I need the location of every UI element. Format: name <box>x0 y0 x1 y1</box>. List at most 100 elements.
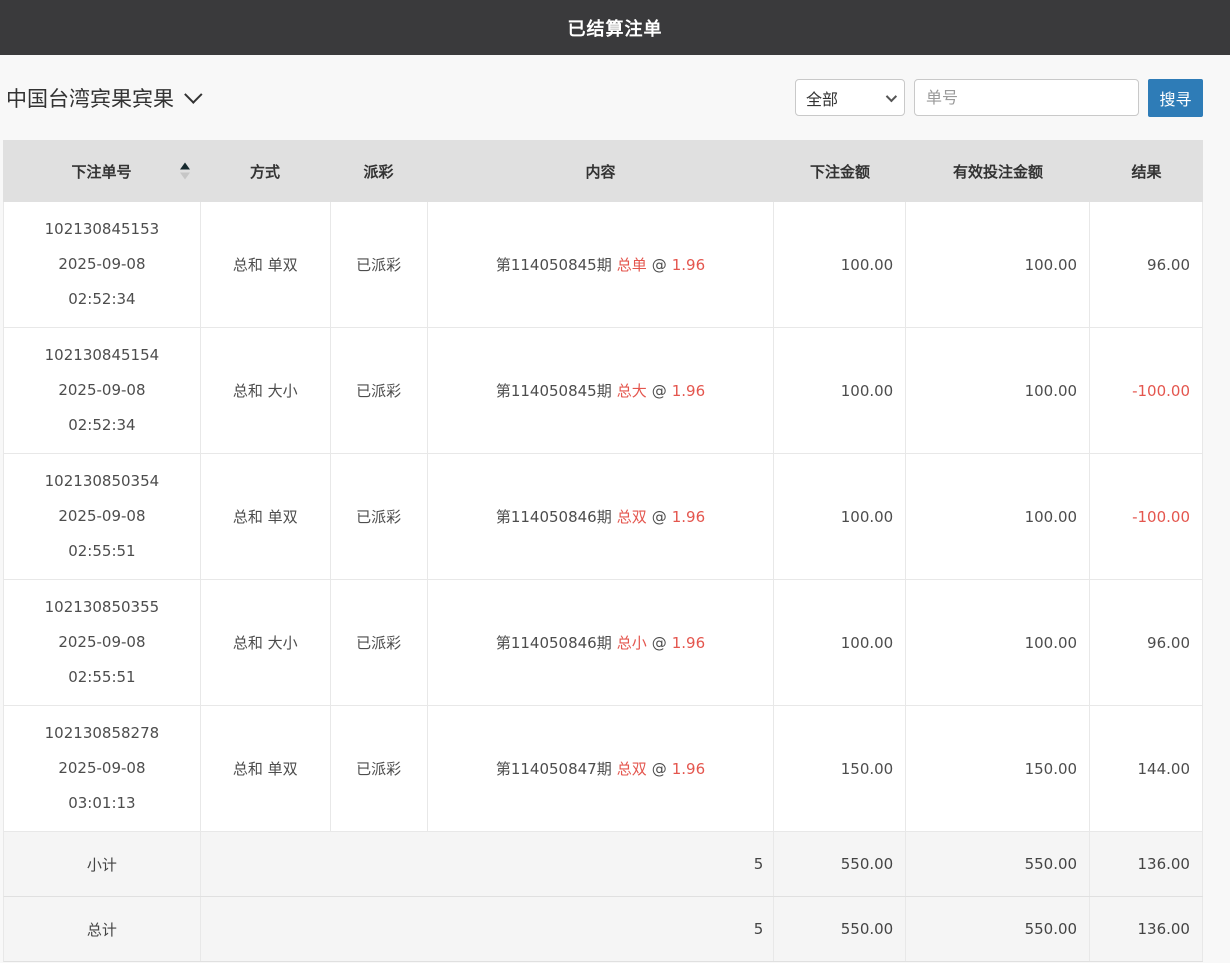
cell-valid-amount: 100.00 <box>906 454 1090 579</box>
table-row: 102130845154 2025-09-08 02:52:34 总和 大小 已… <box>3 328 1203 454</box>
col-header-payout: 派彩 <box>330 161 427 182</box>
cell-result: 96.00 <box>1090 580 1203 705</box>
order-time: 02:55:51 <box>68 660 135 695</box>
order-search-input[interactable] <box>914 79 1139 116</box>
cell-method: 总和 单双 <box>201 706 331 831</box>
content-odds: 1.96 <box>672 256 705 274</box>
content-pick: 总大 <box>617 380 647 401</box>
content-at: @ <box>652 634 667 652</box>
filter-select[interactable]: 全部 <box>795 79 905 116</box>
order-date: 2025-09-08 <box>58 751 145 786</box>
chevron-down-icon <box>184 85 202 103</box>
order-id: 102130845153 <box>45 212 160 247</box>
cell-payout: 已派彩 <box>331 454 428 579</box>
total-result: 136.00 <box>1090 897 1203 961</box>
cell-bet-amount: 100.00 <box>774 202 906 327</box>
content-pick: 总双 <box>617 758 647 779</box>
subtotal-bet-amount: 550.00 <box>774 832 906 896</box>
search-button[interactable]: 搜寻 <box>1148 79 1203 117</box>
cell-payout: 已派彩 <box>331 580 428 705</box>
table-row: 102130850354 2025-09-08 02:55:51 总和 单双 已… <box>3 454 1203 580</box>
subtotal-row: 小计 5 550.00 550.00 136.00 <box>3 832 1203 897</box>
content-pick: 总小 <box>617 632 647 653</box>
cell-order-id: 102130845154 2025-09-08 02:52:34 <box>4 328 201 453</box>
cell-bet-amount: 100.00 <box>774 454 906 579</box>
cell-payout: 已派彩 <box>331 706 428 831</box>
cell-valid-amount: 100.00 <box>906 328 1090 453</box>
cell-bet-amount: 100.00 <box>774 328 906 453</box>
col-header-order-id[interactable]: 下注单号 <box>3 161 200 182</box>
top-bar: 已结算注单 <box>0 0 1230 55</box>
cell-method: 总和 大小 <box>201 328 331 453</box>
content-odds: 1.96 <box>672 382 705 400</box>
cell-valid-amount: 100.00 <box>906 580 1090 705</box>
content-at: @ <box>652 382 667 400</box>
cell-valid-amount: 150.00 <box>906 706 1090 831</box>
cell-result: -100.00 <box>1090 328 1203 453</box>
cell-order-id: 102130850354 2025-09-08 02:55:51 <box>4 454 201 579</box>
page-title: 已结算注单 <box>568 15 663 41</box>
order-date: 2025-09-08 <box>58 247 145 282</box>
order-time: 02:52:34 <box>68 408 135 443</box>
sort-asc-icon <box>180 163 190 170</box>
cell-method: 总和 单双 <box>201 454 331 579</box>
cell-content: 第114050847期 总双 @ 1.96 <box>428 706 775 831</box>
total-label: 总计 <box>4 897 201 961</box>
content-odds: 1.96 <box>672 634 705 652</box>
content-period: 第114050845期 <box>496 254 612 275</box>
toolbar: 中国台湾宾果宾果 全部 搜寻 <box>0 55 1230 140</box>
order-id: 102130850355 <box>45 590 160 625</box>
settled-bets-table: 下注单号 方式 派彩 内容 下注金额 有效投注金额 结果 10213084515… <box>3 140 1203 962</box>
col-header-bet-amount: 下注金额 <box>774 161 906 182</box>
total-row: 总计 5 550.00 550.00 136.00 <box>3 897 1203 962</box>
content-period: 第114050847期 <box>496 758 612 779</box>
select-chevron-icon <box>886 90 897 101</box>
filter-select-value: 全部 <box>806 86 838 110</box>
total-count: 5 <box>201 897 775 961</box>
order-time: 02:55:51 <box>68 534 135 569</box>
cell-order-id: 102130850355 2025-09-08 02:55:51 <box>4 580 201 705</box>
cell-result: -100.00 <box>1090 454 1203 579</box>
game-selector[interactable]: 中国台湾宾果宾果 <box>6 83 197 113</box>
cell-content: 第114050846期 总双 @ 1.96 <box>428 454 775 579</box>
content-period: 第114050845期 <box>496 380 612 401</box>
subtotal-valid-amount: 550.00 <box>906 832 1090 896</box>
cell-bet-amount: 100.00 <box>774 580 906 705</box>
cell-order-id: 102130858278 2025-09-08 03:01:13 <box>4 706 201 831</box>
cell-order-id: 102130845153 2025-09-08 02:52:34 <box>4 202 201 327</box>
col-header-method: 方式 <box>200 161 330 182</box>
order-id: 102130845154 <box>45 338 160 373</box>
sort-arrows[interactable] <box>180 163 190 180</box>
content-odds: 1.96 <box>672 508 705 526</box>
subtotal-count: 5 <box>201 832 775 896</box>
content-at: @ <box>652 256 667 274</box>
toolbar-controls: 全部 搜寻 <box>795 79 1203 117</box>
col-header-valid-amount: 有效投注金额 <box>906 161 1090 182</box>
cell-method: 总和 大小 <box>201 580 331 705</box>
table-row: 102130845153 2025-09-08 02:52:34 总和 单双 已… <box>3 202 1203 328</box>
game-selector-label: 中国台湾宾果宾果 <box>6 83 174 113</box>
cell-method: 总和 单双 <box>201 202 331 327</box>
table-row: 102130858278 2025-09-08 03:01:13 总和 单双 已… <box>3 706 1203 832</box>
order-id: 102130858278 <box>45 716 160 751</box>
sort-desc-icon <box>180 173 190 180</box>
cell-payout: 已派彩 <box>331 328 428 453</box>
content-at: @ <box>652 760 667 778</box>
order-id: 102130850354 <box>45 464 160 499</box>
content-pick: 总单 <box>617 254 647 275</box>
subtotal-label: 小计 <box>4 832 201 896</box>
order-date: 2025-09-08 <box>58 625 145 660</box>
total-bet-amount: 550.00 <box>774 897 906 961</box>
cell-result: 144.00 <box>1090 706 1203 831</box>
order-date: 2025-09-08 <box>58 373 145 408</box>
col-header-order-id-label: 下注单号 <box>71 163 131 181</box>
cell-content: 第114050845期 总大 @ 1.96 <box>428 328 775 453</box>
order-time: 02:52:34 <box>68 282 135 317</box>
content-pick: 总双 <box>617 506 647 527</box>
content-at: @ <box>652 508 667 526</box>
cell-result: 96.00 <box>1090 202 1203 327</box>
cell-payout: 已派彩 <box>331 202 428 327</box>
subtotal-result: 136.00 <box>1090 832 1203 896</box>
table-row: 102130850355 2025-09-08 02:55:51 总和 大小 已… <box>3 580 1203 706</box>
cell-content: 第114050845期 总单 @ 1.96 <box>428 202 775 327</box>
